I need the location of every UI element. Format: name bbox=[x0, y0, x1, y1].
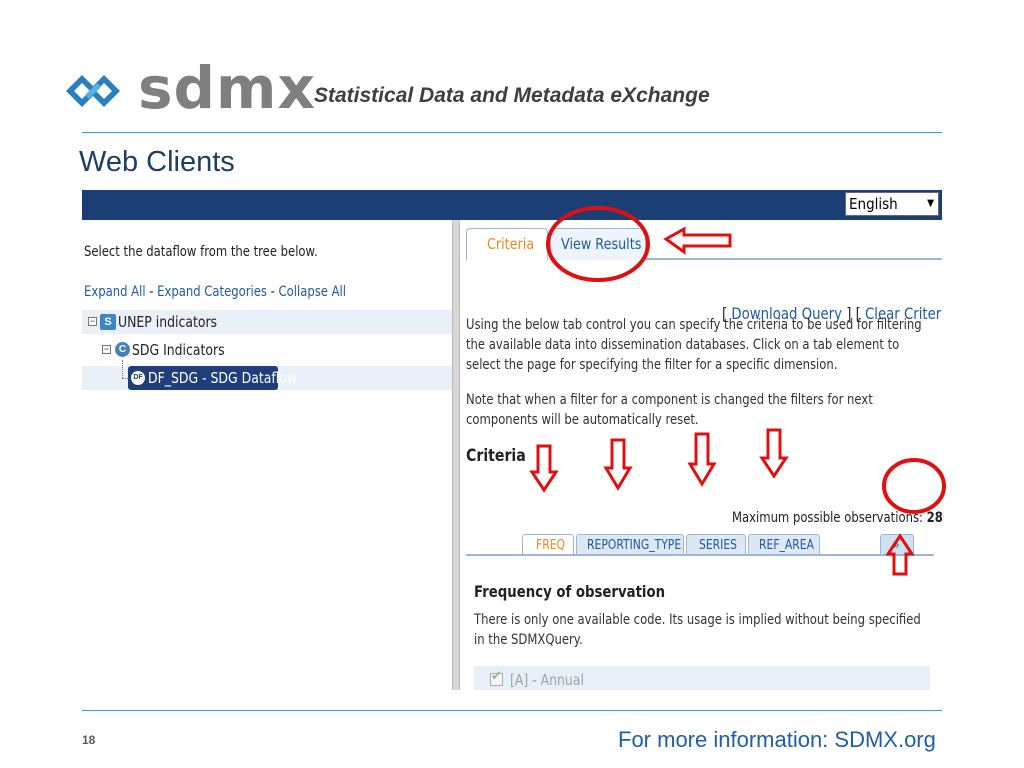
page-number: 18 bbox=[82, 733, 96, 747]
sdmx-logo-icon bbox=[66, 75, 120, 107]
language-select[interactable]: English ▼ bbox=[845, 192, 939, 216]
annual-option-label: [A] - Annual bbox=[510, 671, 584, 689]
more-tabs-button[interactable]: » bbox=[880, 534, 914, 556]
language-value: English bbox=[849, 195, 898, 213]
reset-note: Note that when a filter for a component … bbox=[466, 392, 873, 428]
expand-all-link[interactable]: Expand All bbox=[84, 284, 146, 300]
dimension-tab-freq[interactable]: FREQ bbox=[522, 534, 574, 556]
slide-subtitle: Statistical Data and Metadata eXchange bbox=[314, 84, 710, 107]
tab-criteria-label: Criteria bbox=[487, 235, 535, 253]
app-top-bar bbox=[82, 190, 942, 220]
slide-title: Web Clients bbox=[79, 146, 235, 178]
criteria-instructions: Using the below tab control you can spec… bbox=[466, 317, 922, 373]
footer-rule bbox=[82, 710, 942, 711]
checkmark-icon: ✔ bbox=[491, 668, 502, 683]
dimension-tab-series[interactable]: SERIES bbox=[686, 534, 746, 556]
criteria-panel: Criteria View Results [ Download Query ]… bbox=[460, 220, 942, 690]
tab-view-results[interactable]: View Results bbox=[550, 228, 646, 260]
criteria-heading: Criteria bbox=[466, 446, 526, 466]
collapse-toggle-icon[interactable]: − bbox=[102, 345, 111, 354]
frequency-heading: Frequency of observation bbox=[474, 582, 666, 601]
code-option-row: ✔ [A] - Annual bbox=[474, 666, 930, 690]
footer-link[interactable]: For more information: SDMX.org bbox=[618, 727, 936, 753]
tree-connector bbox=[122, 360, 124, 378]
dataflow-node-icon: DF bbox=[131, 371, 145, 385]
scheme-node-icon: S bbox=[100, 314, 116, 330]
app-screenshot: English ▼ Select the dataflow from the t… bbox=[82, 190, 942, 690]
dimension-tab-ref-area[interactable]: REF_AREA bbox=[748, 534, 820, 556]
tab-bar-line bbox=[646, 258, 942, 260]
max-observations: Maximum possible observations: 282796 bbox=[732, 510, 942, 526]
tab-view-results-label: View Results bbox=[561, 235, 642, 253]
dataflow-tree-panel: Select the dataflow from the tree below.… bbox=[82, 220, 452, 690]
collapse-all-link[interactable]: Collapse All bbox=[279, 284, 346, 300]
max-observations-value: 282796 bbox=[926, 510, 942, 526]
tab-criteria[interactable]: Criteria bbox=[466, 228, 548, 260]
tree-instruction: Select the dataflow from the tree below. bbox=[84, 244, 318, 260]
dimension-tab-reporting-type[interactable]: REPORTING_TYPE bbox=[576, 534, 684, 556]
sdmx-logo-wordmark: sdmx bbox=[138, 54, 316, 122]
category-node-icon: C bbox=[115, 342, 130, 357]
dropdown-arrow-icon: ▼ bbox=[927, 198, 934, 209]
tree-label-dataflow[interactable]: DF_SDG - SDG Dataflow bbox=[148, 369, 297, 387]
dimension-tab-line bbox=[466, 554, 934, 556]
tree-label-unep[interactable]: UNEP indicators bbox=[118, 313, 217, 331]
tree-label-sdg[interactable]: SDG Indicators bbox=[132, 341, 225, 359]
frequency-description: There is only one available code. Its us… bbox=[474, 612, 921, 648]
panel-splitter[interactable] bbox=[452, 220, 460, 690]
collapse-toggle-icon[interactable]: − bbox=[88, 317, 97, 326]
tree-actions: Expand All - Expand Categories - Collaps… bbox=[84, 284, 347, 300]
header-rule bbox=[82, 132, 942, 133]
expand-categories-link[interactable]: Expand Categories bbox=[157, 284, 267, 300]
